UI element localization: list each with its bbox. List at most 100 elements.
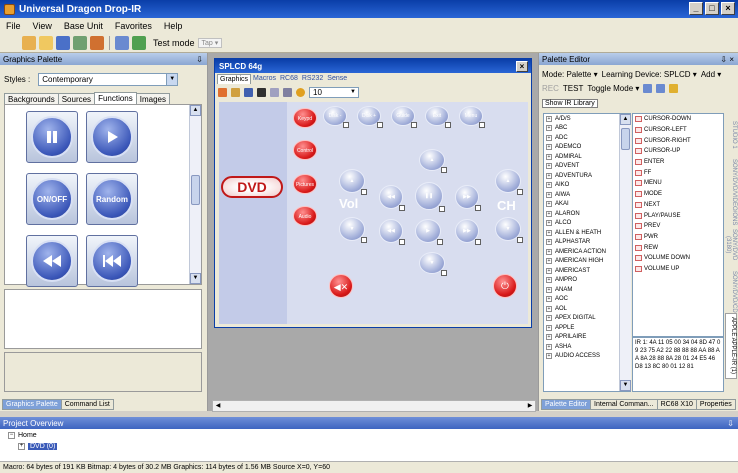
channel-down-button[interactable]: ▼ <box>495 217 523 243</box>
test-button[interactable]: TEST <box>563 84 583 93</box>
tab-rc68[interactable]: RC68 <box>278 74 300 84</box>
test-mode-dropdown[interactable]: Tap ▾ <box>197 37 223 48</box>
splcd-close-button[interactable]: × <box>516 60 528 72</box>
tab-internal-commands[interactable]: Internal Comman... <box>590 399 658 410</box>
scroll-down-icon[interactable]: ▼ <box>620 380 631 391</box>
expand-icon[interactable]: + <box>546 182 552 189</box>
menu-base-unit[interactable]: Base Unit <box>64 21 103 31</box>
list-item[interactable]: + A/D/S <box>544 114 630 124</box>
dvd-button[interactable]: DVD <box>221 176 283 198</box>
list-item[interactable]: FF <box>633 167 723 178</box>
disk-plus-button[interactable]: Disk + <box>357 106 383 128</box>
zoom-icon[interactable] <box>296 87 305 97</box>
expand-icon[interactable]: + <box>546 144 552 151</box>
mode-dropdown[interactable]: Mode: Palette ▾ <box>542 70 598 79</box>
add-dropdown[interactable]: Add ▾ <box>701 70 721 79</box>
menu-button[interactable]: Menu <box>459 106 485 128</box>
side-tab-studio[interactable]: STUDIO 1 <box>725 113 737 157</box>
chevron-down-icon[interactable]: ▼ <box>350 89 358 95</box>
expand-icon[interactable]: + <box>546 239 552 246</box>
tab-graphics[interactable]: Graphics <box>217 74 252 84</box>
expand-icon[interactable]: + <box>546 163 552 170</box>
volume-down-button[interactable]: ▼ <box>339 217 367 243</box>
list-item[interactable]: CURSOR-RIGHT <box>633 135 723 146</box>
expand-icon[interactable]: + <box>546 353 552 360</box>
toggle-mode-dropdown[interactable]: Toggle Mode ▾ <box>587 84 639 93</box>
learning-device-dropdown[interactable]: Learning Device: SPLCD ▾ <box>602 70 697 79</box>
list-item[interactable]: + AKAI <box>544 200 630 210</box>
palette-button-onoff[interactable]: ON/OFF <box>26 173 78 225</box>
tab-palette-editor[interactable]: Palette Editor <box>541 399 592 410</box>
expand-icon[interactable]: + <box>546 334 552 341</box>
list-item[interactable]: MENU <box>633 178 723 189</box>
expand-icon[interactable]: + <box>546 134 552 141</box>
undo-icon[interactable] <box>643 84 653 93</box>
channel-up-button[interactable]: ▲ <box>495 169 523 195</box>
minimize-button[interactable]: _ <box>689 2 703 15</box>
grid-icon[interactable] <box>132 35 146 50</box>
list-item[interactable]: + ADC <box>544 133 630 143</box>
redo-icon[interactable] <box>656 84 666 93</box>
list-item[interactable]: + ASHA <box>544 342 630 352</box>
scroll-right-icon[interactable]: ▶ <box>525 401 535 411</box>
menu-view[interactable]: View <box>33 21 52 31</box>
side-tab-sony-dvd-3180[interactable]: SONY/DVD (3180) <box>725 221 737 269</box>
scroll-up-icon[interactable]: ▲ <box>620 114 631 125</box>
expand-icon[interactable]: + <box>546 115 552 122</box>
volume-up-button[interactable]: ▲ <box>339 169 367 195</box>
styles-dropdown[interactable]: Contemporary ▼ <box>38 73 179 86</box>
palette-button-play[interactable] <box>86 111 138 163</box>
expand-icon[interactable]: + <box>546 172 552 179</box>
list-item[interactable]: + AOC <box>544 295 630 305</box>
project-dvd-node[interactable]: + DVD (0) <box>18 443 58 450</box>
list-item[interactable]: + AOL <box>544 304 630 314</box>
list-item[interactable]: + AIKO <box>544 181 630 191</box>
menu-favorites[interactable]: Favorites <box>115 21 152 31</box>
side-tab-apple[interactable]: APPLE APPLE-IR (1) <box>725 313 737 379</box>
tab-sense[interactable]: Sense <box>325 74 349 84</box>
new-project-icon[interactable] <box>22 35 36 50</box>
pin-icon[interactable]: ⇩ <box>196 55 203 64</box>
list-item[interactable]: + ADVENT <box>544 162 630 172</box>
snap-icon[interactable] <box>270 87 279 97</box>
cursor-down-button[interactable]: ▼ <box>419 252 447 276</box>
tab-graphics-palette[interactable]: Graphics Palette <box>2 399 62 410</box>
next-button[interactable]: ▶▶ <box>455 219 481 245</box>
list-item[interactable]: + ALLEN & HEATH <box>544 228 630 238</box>
tab-rc68-x10[interactable]: RC68 X10 <box>656 399 697 410</box>
control-button[interactable]: Control <box>293 140 317 160</box>
list-item[interactable]: ENTER <box>633 157 723 168</box>
pointer-icon[interactable] <box>218 87 227 97</box>
scroll-thumb[interactable] <box>191 175 200 205</box>
expand-icon[interactable]: + <box>546 258 552 265</box>
wand-icon[interactable] <box>669 84 679 93</box>
pin-icon[interactable]: ⇩ <box>727 419 734 428</box>
resize-icon[interactable] <box>283 87 292 97</box>
tab-macros[interactable]: Macros <box>251 74 278 84</box>
list-item[interactable]: PWR <box>633 232 723 243</box>
project-root-node[interactable]: − Home <box>8 432 37 439</box>
workspace-hscrollbar[interactable]: ◀ ▶ <box>212 400 536 412</box>
expand-icon[interactable]: + <box>546 201 552 208</box>
brand-scrollbar[interactable]: ▲ ▼ <box>619 114 631 391</box>
palette-button-random[interactable]: Random <box>86 173 138 225</box>
expand-icon[interactable]: + <box>546 343 552 350</box>
list-item[interactable]: PREV <box>633 221 723 232</box>
prev-button[interactable]: ◀◀ <box>379 219 405 245</box>
list-item[interactable]: + ANAM <box>544 285 630 295</box>
scroll-thumb[interactable] <box>621 128 630 150</box>
scroll-up-icon[interactable]: ▲ <box>190 105 201 116</box>
save-icon[interactable] <box>56 35 70 50</box>
pin-close-icon[interactable]: ⇩ × <box>720 55 734 64</box>
play-button[interactable]: ▶ <box>415 219 443 245</box>
play-pause-button[interactable]: ❚❚ <box>415 182 445 212</box>
list-item[interactable]: + AMERICAN HIGH <box>544 257 630 267</box>
list-item[interactable]: CURSOR-UP <box>633 146 723 157</box>
side-tab-sony-dvd-video[interactable]: SONY/DVD/VIDEO/ONS <box>725 157 737 225</box>
list-item[interactable]: + APEX DIGITAL <box>544 314 630 324</box>
fast-forward-button[interactable]: ▶▶ <box>455 185 481 211</box>
expand-icon[interactable]: + <box>546 296 552 303</box>
expand-icon[interactable]: + <box>546 277 552 284</box>
list-item[interactable]: + ADVENTURA <box>544 171 630 181</box>
expand-icon[interactable]: + <box>546 220 552 227</box>
